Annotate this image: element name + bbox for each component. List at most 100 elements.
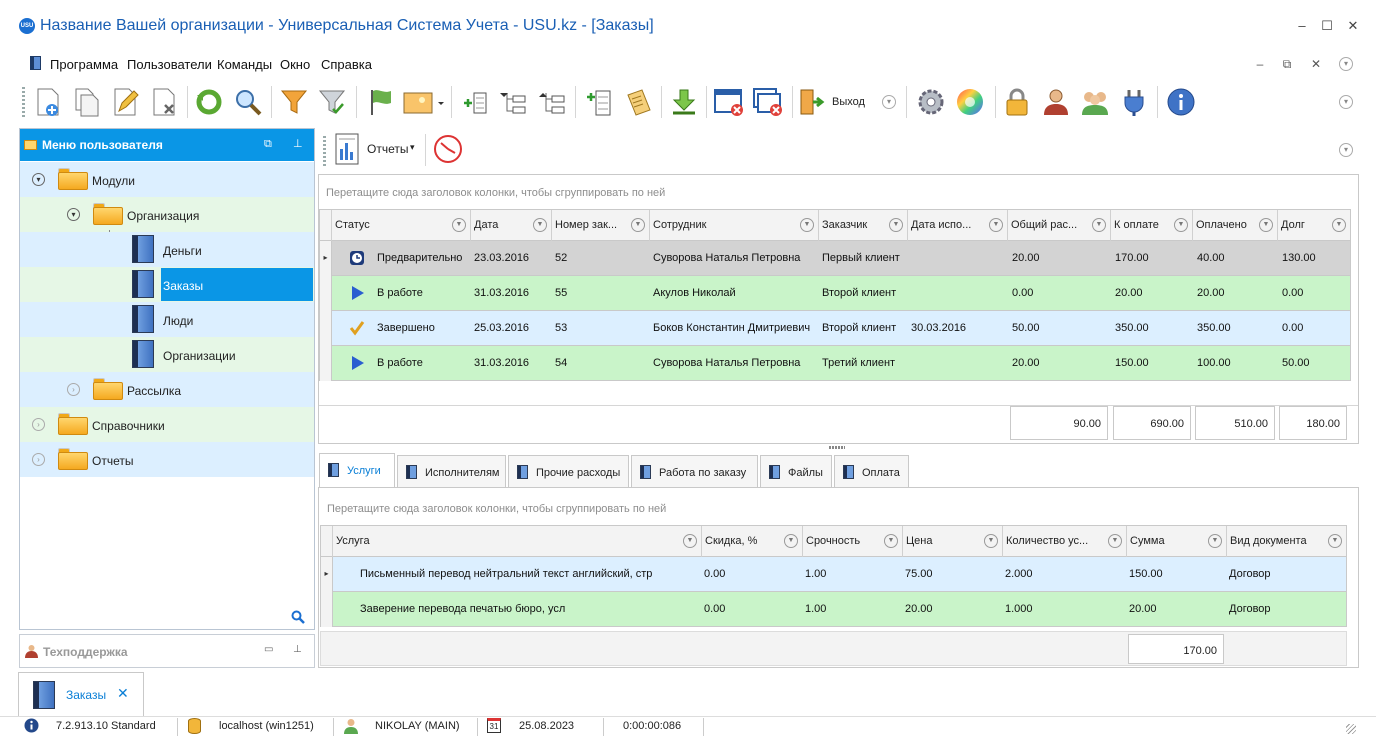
- table-row[interactable]: Заверение перевода печатью бюро, усл 0.0…: [321, 592, 1346, 627]
- delete-record-button[interactable]: [148, 86, 180, 118]
- filter-icon[interactable]: ▼: [1174, 218, 1188, 232]
- support-panel[interactable]: Техподдержка ▭ ⊥: [19, 634, 315, 668]
- search-icon[interactable]: [291, 610, 305, 624]
- timer-button[interactable]: [432, 133, 464, 165]
- filter-icon[interactable]: ▼: [452, 218, 466, 232]
- search-button[interactable]: [232, 86, 264, 118]
- collapse-icon[interactable]: ▾: [67, 208, 80, 221]
- filter-icon[interactable]: ▼: [683, 534, 697, 548]
- new-record-button[interactable]: [32, 86, 64, 118]
- table-row[interactable]: В работе 31.03.2016 54 Суворова Наталья …: [320, 346, 1350, 381]
- column-header-doc-type[interactable]: Вид документа ▼: [1227, 526, 1346, 557]
- filter-icon[interactable]: ▼: [1208, 534, 1222, 548]
- tree-item-people[interactable]: Люди: [20, 302, 314, 337]
- table-row[interactable]: Завершено 25.03.2016 53 Боков Константин…: [320, 311, 1350, 346]
- menu-help[interactable]: Справка: [321, 57, 372, 72]
- column-header-paid[interactable]: Оплачено ▼: [1193, 210, 1278, 241]
- expand-icon[interactable]: ›: [32, 453, 45, 466]
- filter-icon[interactable]: ▼: [784, 534, 798, 548]
- mark-button[interactable]: [364, 86, 396, 118]
- tree-item-references[interactable]: › Справочники: [20, 407, 314, 442]
- filter-icon[interactable]: ▼: [884, 534, 898, 548]
- tab-payment[interactable]: Оплата: [834, 455, 909, 487]
- user-button[interactable]: [1040, 86, 1072, 118]
- refresh-button[interactable]: [193, 86, 225, 118]
- column-header-status[interactable]: Статус ▼: [332, 210, 471, 241]
- column-header-quantity[interactable]: Количество ус... ▼: [1003, 526, 1127, 557]
- export-button[interactable]: [668, 86, 700, 118]
- column-header-number[interactable]: Номер зак... ▼: [552, 210, 650, 241]
- close-icon[interactable]: ✕: [117, 685, 129, 702]
- tab-services[interactable]: Услуги: [319, 453, 395, 487]
- tree-item-orders[interactable]: Заказы: [20, 267, 314, 302]
- pin-icon[interactable]: ⊥: [293, 644, 302, 655]
- column-header-urgency[interactable]: Срочность ▼: [803, 526, 903, 557]
- column-header-total[interactable]: Общий рас... ▼: [1008, 210, 1111, 241]
- column-header-exec-date[interactable]: Дата испо... ▼: [908, 210, 1008, 241]
- filter-icon[interactable]: ▼: [1108, 534, 1122, 548]
- close-button[interactable]: ✕: [1340, 14, 1366, 38]
- chevron-down-icon[interactable]: ▾: [1339, 143, 1353, 157]
- document-tab-orders[interactable]: Заказы ✕: [18, 672, 144, 716]
- filter-icon[interactable]: ▼: [984, 534, 998, 548]
- settings-button[interactable]: [915, 86, 947, 118]
- column-header-discount[interactable]: Скидка, % ▼: [702, 526, 803, 557]
- filter-icon[interactable]: ▼: [1332, 218, 1346, 232]
- filter-icon[interactable]: ▼: [1259, 218, 1273, 232]
- tab-other-expenses[interactable]: Прочие расходы: [508, 455, 629, 487]
- filter-icon[interactable]: ▼: [1328, 534, 1342, 548]
- pin-icon[interactable]: ⊥: [293, 137, 303, 150]
- mdi-restore-button[interactable]: ⧉: [1278, 56, 1296, 72]
- expand-icon[interactable]: ›: [67, 383, 80, 396]
- filter-icon[interactable]: ▼: [631, 218, 645, 232]
- filter-icon[interactable]: ▼: [533, 218, 547, 232]
- mdi-minimize-button[interactable]: –: [1251, 56, 1269, 72]
- color-button[interactable]: [954, 86, 986, 118]
- column-header-customer[interactable]: Заказчик ▼: [819, 210, 908, 241]
- filter-settings-button[interactable]: [316, 86, 348, 118]
- filter-icon[interactable]: ▼: [1092, 218, 1106, 232]
- splitter-grip[interactable]: [829, 446, 845, 449]
- expand-icon[interactable]: ›: [32, 418, 45, 431]
- close-window-button[interactable]: [713, 86, 745, 118]
- tree-item-organization[interactable]: ▾ Организация: [20, 197, 314, 232]
- collapse-icon[interactable]: ▾: [32, 173, 45, 186]
- tree-item-modules[interactable]: ▾ Модули: [20, 162, 314, 197]
- column-header-debt[interactable]: Долг ▼: [1278, 210, 1350, 241]
- tree-item-money[interactable]: Деньги: [20, 232, 314, 267]
- filter-icon[interactable]: ▼: [800, 218, 814, 232]
- tab-files[interactable]: Файлы: [760, 455, 832, 487]
- chevron-down-icon[interactable]: ▾: [882, 95, 896, 109]
- filter-button[interactable]: [278, 86, 310, 118]
- expand-columns-button[interactable]: [459, 86, 491, 118]
- lock-button[interactable]: [1001, 86, 1033, 118]
- column-header-service[interactable]: Услуга ▼: [333, 526, 702, 557]
- float-panel-icon[interactable]: ⧉: [264, 138, 272, 151]
- chevron-down-icon[interactable]: ▾: [1339, 57, 1353, 71]
- close-all-windows-button[interactable]: [752, 86, 784, 118]
- minimize-button[interactable]: –: [1289, 14, 1315, 38]
- users-button[interactable]: [1079, 86, 1111, 118]
- tree-item-organizations[interactable]: Организации: [20, 337, 314, 372]
- about-button[interactable]: [1165, 86, 1197, 118]
- image-button[interactable]: [402, 86, 446, 118]
- exit-button[interactable]: Выход: [797, 86, 873, 118]
- column-header-employee[interactable]: Сотрудник ▼: [650, 210, 819, 241]
- tab-executors[interactable]: Исполнителям: [397, 455, 506, 487]
- mdi-close-button[interactable]: ✕: [1307, 56, 1325, 72]
- menu-commands[interactable]: Команды: [217, 57, 272, 72]
- add-row-button[interactable]: [583, 86, 615, 118]
- menu-users[interactable]: Пользователи: [127, 57, 212, 72]
- collapse-tree-button[interactable]: [537, 86, 569, 118]
- tab-order-work[interactable]: Работа по заказу: [631, 455, 758, 487]
- table-row[interactable]: ▸ Предварительно 23.03.2016 52 Суворова …: [320, 241, 1350, 276]
- maximize-panel-icon[interactable]: ▭: [264, 644, 273, 655]
- resize-grip[interactable]: [1346, 724, 1356, 734]
- connection-button[interactable]: [1118, 86, 1150, 118]
- filter-icon[interactable]: ▼: [989, 218, 1003, 232]
- column-header-date[interactable]: Дата ▼: [471, 210, 552, 241]
- column-header-price[interactable]: Цена ▼: [903, 526, 1003, 557]
- column-header-to-pay[interactable]: К оплате ▼: [1111, 210, 1193, 241]
- edit-record-button[interactable]: [109, 86, 141, 118]
- notes-button[interactable]: [622, 86, 654, 118]
